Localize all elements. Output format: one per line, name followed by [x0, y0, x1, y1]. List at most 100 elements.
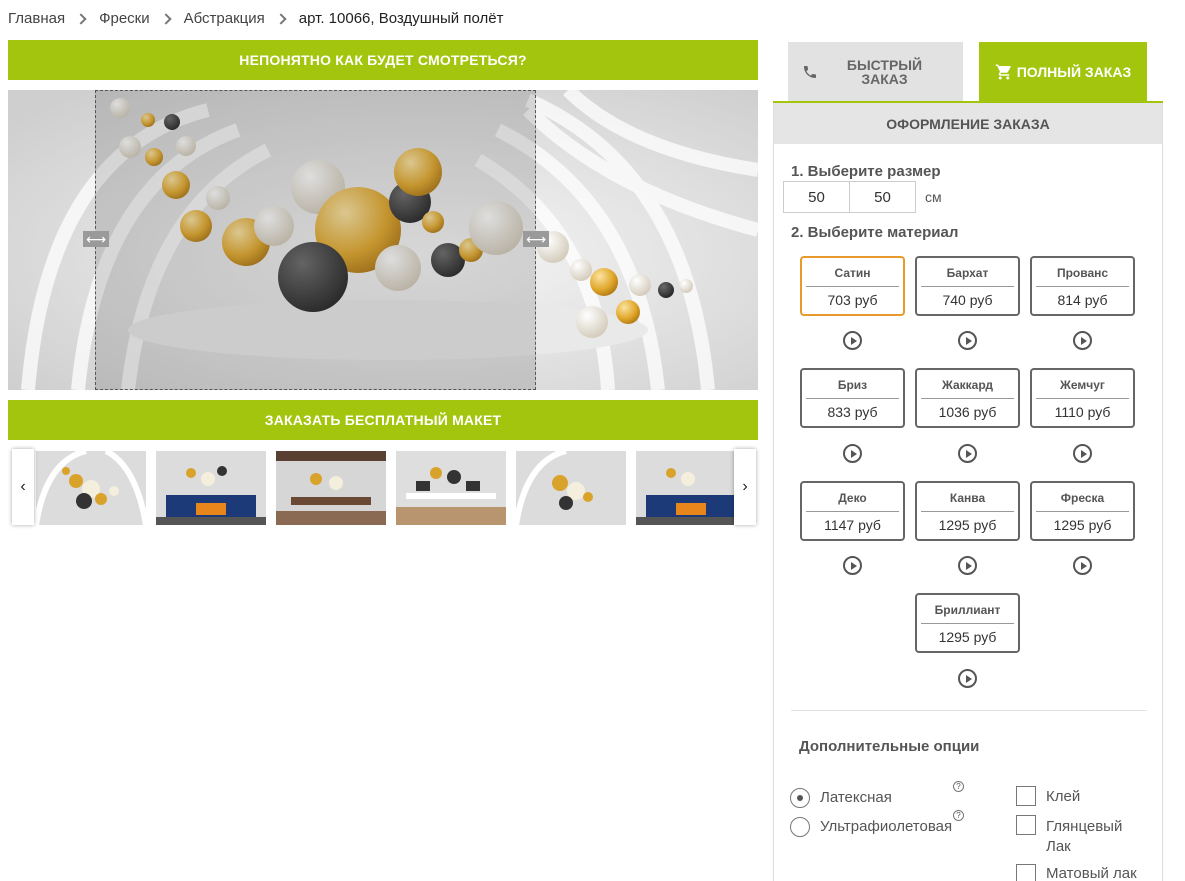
- help-icon[interactable]: ?: [953, 810, 964, 821]
- crop-area[interactable]: [95, 90, 536, 390]
- play-icon[interactable]: [1073, 444, 1092, 463]
- tab-full-order-label: ПОЛНЫЙ ЗАКАЗ: [1016, 64, 1132, 80]
- material-name: Деко: [838, 491, 867, 505]
- divider: [1035, 398, 1130, 399]
- material-price: 1036 руб: [938, 404, 997, 420]
- material-price: 1295 руб: [938, 517, 997, 533]
- play-icon[interactable]: [958, 556, 977, 575]
- divider: [920, 623, 1015, 624]
- checkbox-glue[interactable]: [1016, 786, 1036, 806]
- play-icon[interactable]: [958, 669, 977, 688]
- tab-full-order[interactable]: ПОЛНЫЙ ЗАКАЗ: [979, 42, 1147, 102]
- chevron-right-icon: [159, 12, 172, 25]
- material-name: Жаккард: [942, 378, 993, 392]
- divider: [805, 511, 900, 512]
- step-material-label: 2. Выберите материал: [791, 224, 959, 241]
- thumbnail-carousel: ‹ ›: [12, 449, 756, 525]
- breadcrumb-current: арт. 10066, Воздушный полёт: [298, 10, 504, 27]
- gloss-varnish-label: Глянцевый Лак: [1046, 817, 1122, 857]
- size-unit: см: [925, 189, 942, 205]
- material-price: 1295 руб: [938, 629, 997, 645]
- checkbox-gloss-varnish[interactable]: [1016, 815, 1036, 835]
- play-icon[interactable]: [958, 331, 977, 350]
- how-will-it-look-button[interactable]: НЕПОНЯТНО КАК БУДЕТ СМОТРЕТЬСЯ?: [8, 40, 758, 80]
- matte-varnish-label: Матовый лак: [1046, 865, 1137, 881]
- divider: [791, 710, 1147, 711]
- height-input[interactable]: [849, 181, 916, 213]
- material-price: 833 руб: [827, 404, 878, 420]
- breadcrumb-abstraction[interactable]: Абстракция: [184, 10, 265, 27]
- width-input[interactable]: [783, 181, 850, 213]
- material-jacquard[interactable]: Жаккард 1036 руб: [915, 368, 1020, 428]
- order-free-mockup-button[interactable]: ЗАКАЗАТЬ БЕСПЛАТНЫЙ МАКЕТ: [8, 400, 758, 440]
- thumbnail-4[interactable]: [396, 451, 506, 525]
- divider: [1035, 511, 1130, 512]
- material-name: Канва: [949, 491, 986, 505]
- chevron-right-icon: [75, 12, 87, 25]
- glue-label: Клей: [1046, 788, 1081, 805]
- divider: [805, 398, 900, 399]
- phone-icon: [804, 66, 816, 78]
- help-icon[interactable]: ?: [953, 781, 964, 792]
- play-icon[interactable]: [958, 444, 977, 463]
- tab-quick-order[interactable]: БЫСТРЫЙ ЗАКАЗ: [788, 42, 963, 102]
- play-icon[interactable]: [843, 331, 862, 350]
- tab-quick-line2: ЗАКАЗ: [861, 71, 908, 87]
- material-provence[interactable]: Прованс 814 руб: [1030, 256, 1135, 316]
- breadcrumb: Главная Фрески Абстракция арт. 10066, Во…: [8, 10, 503, 27]
- chevron-right-icon: [275, 12, 287, 25]
- material-name: Жемчуг: [1060, 378, 1105, 392]
- material-canvas[interactable]: Канва 1295 руб: [915, 481, 1020, 541]
- material-deco[interactable]: Деко 1147 руб: [800, 481, 905, 541]
- thumbnail-6[interactable]: [636, 451, 734, 525]
- material-name: Фреска: [1060, 491, 1105, 505]
- play-icon[interactable]: [1073, 556, 1092, 575]
- chevron-right-icon[interactable]: ›: [734, 449, 756, 525]
- material-name: Бриллиант: [934, 603, 1001, 617]
- mural-preview: ⟷ ⟷: [8, 90, 758, 390]
- material-name: Прованс: [1056, 266, 1109, 280]
- order-panel-title: ОФОРМЛЕНИЕ ЗАКАЗА: [774, 103, 1162, 144]
- material-price: 1110 руб: [1054, 404, 1111, 420]
- radio-uv[interactable]: [790, 817, 810, 837]
- material-breeze[interactable]: Бриз 833 руб: [800, 368, 905, 428]
- gloss-line2: Лак: [1046, 838, 1071, 855]
- material-price: 740 руб: [942, 292, 993, 308]
- material-price: 1147 руб: [824, 517, 881, 533]
- tab-quick-order-label: БЫСТРЫЙ ЗАКАЗ: [840, 58, 930, 86]
- breadcrumb-frescoes[interactable]: Фрески: [99, 10, 150, 27]
- chevron-left-icon[interactable]: ‹: [12, 449, 34, 525]
- material-price: 814 руб: [1057, 292, 1108, 308]
- radio-latex[interactable]: [790, 788, 810, 808]
- extra-options-title: Дополнительные опции: [799, 738, 980, 755]
- material-brilliant[interactable]: Бриллиант 1295 руб: [915, 593, 1020, 653]
- material-pearl[interactable]: Жемчуг 1110 руб: [1030, 368, 1135, 428]
- divider: [920, 286, 1015, 287]
- uv-label: Ультрафиолетовая: [820, 818, 953, 835]
- material-velvet[interactable]: Бархат 740 руб: [915, 256, 1020, 316]
- play-icon[interactable]: [843, 556, 862, 575]
- thumbnail-2[interactable]: [156, 451, 266, 525]
- play-icon[interactable]: [1073, 331, 1092, 350]
- resize-left-handle-icon[interactable]: ⟷: [83, 231, 109, 247]
- thumbnail-1[interactable]: [36, 451, 146, 525]
- order-panel: ОФОРМЛЕНИЕ ЗАКАЗА 1. Выберите размер см …: [773, 103, 1163, 881]
- latex-label: Латексная: [820, 789, 892, 806]
- material-satin[interactable]: Сатин 703 руб: [800, 256, 905, 316]
- thumbnail-3[interactable]: [276, 451, 386, 525]
- step-size-label: 1. Выберите размер: [791, 163, 941, 180]
- divider: [920, 398, 1015, 399]
- material-name: Бриз: [837, 378, 868, 392]
- resize-right-handle-icon[interactable]: ⟷: [523, 231, 549, 247]
- gloss-line1: Глянцевый: [1046, 818, 1123, 835]
- cart-icon: [995, 64, 1011, 80]
- material-price: 1295 руб: [1053, 517, 1112, 533]
- checkbox-matte-varnish[interactable]: [1016, 864, 1036, 881]
- thumbnail-5[interactable]: [516, 451, 626, 525]
- material-name: Сатин: [834, 266, 871, 280]
- breadcrumb-home[interactable]: Главная: [8, 10, 65, 27]
- divider: [1035, 286, 1130, 287]
- play-icon[interactable]: [843, 444, 862, 463]
- material-price: 703 руб: [827, 292, 878, 308]
- material-fresco[interactable]: Фреска 1295 руб: [1030, 481, 1135, 541]
